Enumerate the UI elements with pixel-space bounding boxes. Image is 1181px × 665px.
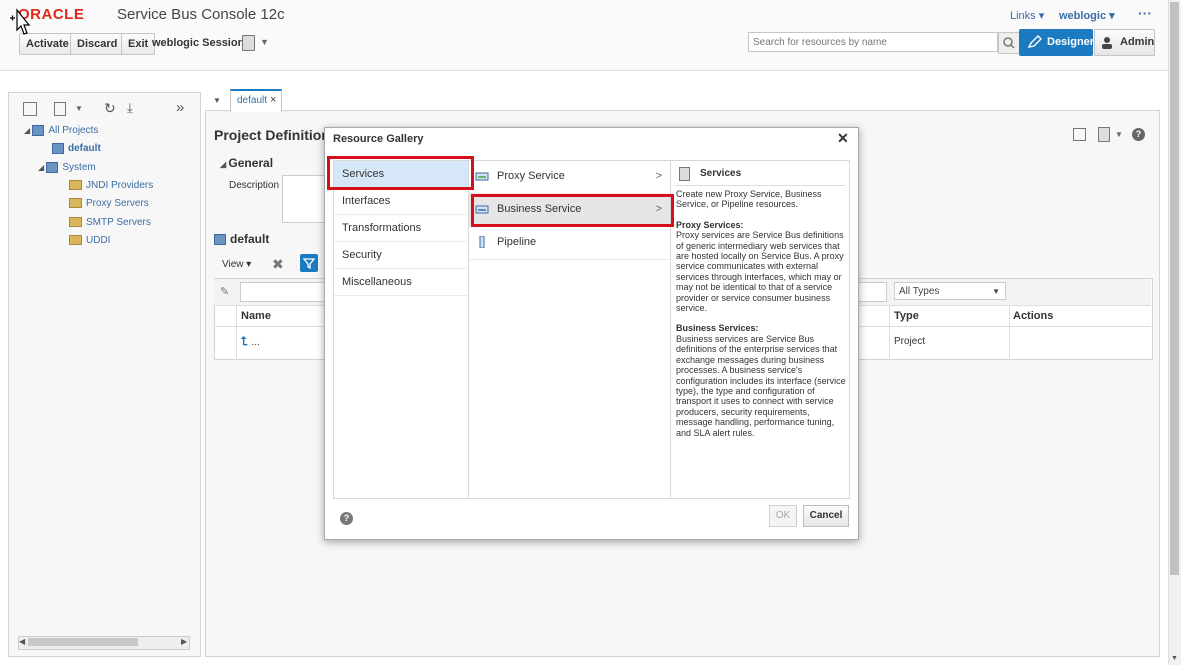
filter-input[interactable] xyxy=(858,282,887,302)
column-name[interactable]: Name xyxy=(241,310,271,322)
category-security[interactable]: Security xyxy=(334,242,468,269)
tab-list-icon[interactable]: ▼ xyxy=(213,96,221,105)
page-title: Project Definition xyxy=(214,127,330,143)
item-pipeline[interactable]: Pipeline xyxy=(469,227,670,260)
dialog-title: Resource Gallery xyxy=(333,133,424,145)
collapse-icon: ◢ xyxy=(24,126,33,136)
description-title: Services xyxy=(700,168,742,179)
folder-icon xyxy=(69,180,82,191)
description-label: Description xyxy=(229,180,280,191)
cursor-icon xyxy=(10,8,31,35)
clipboard-icon[interactable] xyxy=(242,35,255,51)
resource-gallery-dialog: Resource Gallery ✕ Services Interfaces T… xyxy=(324,127,859,540)
admin-user-icon xyxy=(1102,37,1112,49)
collapse-icon: ◢ xyxy=(38,163,47,173)
admin-button[interactable]: Admin xyxy=(1094,29,1155,56)
item-proxy-service[interactable]: Proxy Service > xyxy=(469,161,670,194)
search-icon xyxy=(1003,37,1015,49)
folder-icon xyxy=(69,217,82,228)
help-icon[interactable]: ? xyxy=(340,512,353,525)
folder-icon xyxy=(69,198,82,209)
new-window-icon[interactable] xyxy=(23,102,37,116)
discard-button[interactable]: Discard xyxy=(70,33,125,55)
scroll-down-icon[interactable]: ▼ xyxy=(1171,655,1178,662)
column-actions: Actions xyxy=(1013,310,1054,322)
project-navigator xyxy=(8,92,201,657)
project-icon xyxy=(214,234,226,246)
divider xyxy=(675,185,845,186)
proxy-service-icon xyxy=(475,172,489,181)
create-resource-icon[interactable] xyxy=(54,102,66,116)
tree-node-all-projects[interactable]: ◢ All Projects xyxy=(24,125,98,136)
product-name: Service Bus Console 12c xyxy=(117,6,285,23)
delete-icon[interactable]: ✖ xyxy=(272,256,284,273)
links-menu[interactable]: Links ▾ xyxy=(1010,9,1044,22)
session-label: weblogic Session xyxy=(152,37,245,49)
scroll-right-icon[interactable]: ▶ xyxy=(181,637,187,646)
project-icon xyxy=(52,143,64,154)
designer-button[interactable]: Designer xyxy=(1019,29,1094,56)
category-list: Services Interfaces Transformations Secu… xyxy=(333,160,469,499)
pipeline-icon xyxy=(479,236,485,248)
tab-default[interactable]: default × xyxy=(230,89,282,112)
scrollbar-thumb[interactable] xyxy=(1170,2,1179,575)
column-divider xyxy=(889,306,890,358)
column-type[interactable]: Type xyxy=(894,310,919,322)
category-transformations[interactable]: Transformations xyxy=(334,215,468,242)
ok-button[interactable]: OK xyxy=(769,505,797,527)
chevron-down-icon[interactable]: ▼ xyxy=(75,104,83,113)
project-icon xyxy=(32,125,45,136)
highlight-services xyxy=(327,156,474,190)
category-miscellaneous[interactable]: Miscellaneous xyxy=(334,269,468,296)
chevron-down-icon[interactable]: ▼ xyxy=(260,37,269,47)
folder-icon xyxy=(69,235,82,246)
user-menu[interactable]: weblogic ▾ xyxy=(1059,9,1115,22)
tree-node-system[interactable]: ◢ System xyxy=(38,162,96,173)
close-tab-icon[interactable]: × xyxy=(270,94,276,106)
exit-button[interactable]: Exit xyxy=(121,33,156,55)
app-header: ORACLE Service Bus Console 12c Links ▾ w… xyxy=(0,0,1168,71)
clipboard-icon xyxy=(679,167,690,181)
refresh-icon[interactable]: ↻ xyxy=(104,100,116,117)
table-row[interactable]: ⮤ ... xyxy=(241,334,260,349)
tree-node-jndi-providers[interactable]: JNDI Providers xyxy=(69,180,153,191)
column-divider xyxy=(236,306,237,358)
scrollbar-thumb[interactable] xyxy=(28,638,138,646)
description-text: Create new Proxy Service, Business Servi… xyxy=(676,189,846,438)
general-section-header[interactable]: ◢ General xyxy=(220,156,273,170)
expand-panel-icon[interactable]: » xyxy=(176,99,184,116)
type-filter-select[interactable]: All Types ▼ xyxy=(894,282,1006,300)
search-button[interactable] xyxy=(998,32,1020,54)
category-interfaces[interactable]: Interfaces xyxy=(334,188,468,215)
filter-icon xyxy=(302,258,316,270)
filter-toggle-button[interactable] xyxy=(300,254,318,272)
tree-node-smtp-servers[interactable]: SMTP Servers xyxy=(69,217,151,228)
highlight-business-service xyxy=(471,194,674,227)
close-icon[interactable]: ✕ xyxy=(837,130,849,147)
search-input[interactable]: Search for resources by name xyxy=(748,32,998,52)
project-icon xyxy=(46,162,59,173)
description-panel: Services Create new Proxy Service, Busin… xyxy=(670,160,850,499)
help-icon[interactable]: ? xyxy=(1132,128,1145,141)
row-type-cell: Project xyxy=(894,336,926,347)
tree-node-proxy-servers[interactable]: Proxy Servers xyxy=(69,198,149,209)
cancel-button[interactable]: Cancel xyxy=(803,505,849,527)
save-icon[interactable] xyxy=(1073,128,1086,141)
chevron-down-icon[interactable]: ▼ xyxy=(1115,130,1123,139)
download-icon[interactable]: ⤓ xyxy=(127,100,133,116)
pencil-icon xyxy=(1027,35,1042,48)
edit-filter-icon[interactable]: ✎ xyxy=(220,285,229,298)
resources-section-header: default xyxy=(214,232,269,246)
clipboard-icon[interactable] xyxy=(1098,127,1110,142)
more-menu[interactable]: ··· xyxy=(1138,5,1152,21)
up-arrow-icon: ⮤ xyxy=(241,334,249,348)
scroll-left-icon[interactable]: ◀ xyxy=(19,637,25,646)
tree-node-default[interactable]: default xyxy=(52,143,101,154)
name-filter-input[interactable] xyxy=(240,282,327,302)
description-field[interactable] xyxy=(282,175,329,223)
tree-node-uddi[interactable]: UDDI xyxy=(69,235,110,246)
column-divider xyxy=(1009,306,1010,358)
mouse-cursor xyxy=(9,8,31,41)
view-menu[interactable]: View ▾ xyxy=(222,259,251,270)
